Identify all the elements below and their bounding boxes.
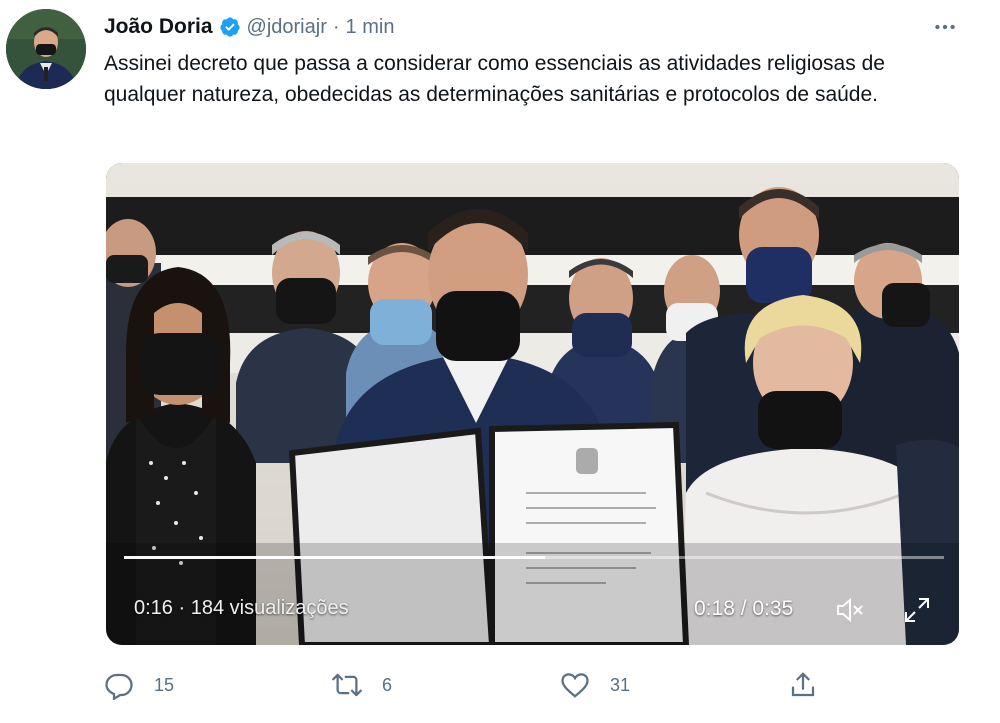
video-player[interactable]: 0:16 · 184 visualizações 0:18 / 0:35	[106, 163, 959, 645]
like-count: 31	[610, 674, 631, 695]
tweet-card[interactable]: João Doria @jdoriajr · 1 min Assinei dec…	[0, 0, 1000, 723]
video-progress-bar[interactable]	[124, 556, 944, 559]
video-time-label: 0:18 / 0:35	[694, 597, 794, 620]
tweet-header: João Doria @jdoriajr · 1 min	[104, 12, 394, 42]
like-action[interactable]: 31	[560, 668, 630, 702]
more-dots-icon[interactable]	[930, 14, 960, 40]
tweet-timestamp[interactable]: 1 min	[346, 16, 395, 39]
video-frame	[106, 163, 959, 645]
fullscreen-icon[interactable]	[900, 595, 934, 625]
verified-badge-icon	[219, 16, 241, 38]
reply-count: 15	[154, 674, 175, 695]
author-handle[interactable]: @jdoriajr	[247, 16, 327, 39]
avatar[interactable]	[6, 9, 86, 89]
tweet-text: Assinei decreto que passa a considerar c…	[104, 52, 885, 106]
share-icon	[791, 672, 815, 697]
retweet-count: 6	[382, 674, 393, 695]
avatar-image	[6, 9, 86, 89]
separator-dot: ·	[332, 15, 340, 38]
like-icon	[561, 673, 589, 698]
author-name[interactable]: João Doria	[104, 15, 213, 39]
video-views-label: 0:16 · 184 visualizações	[134, 597, 349, 619]
share-action[interactable]	[788, 668, 818, 702]
tweet-actions: 15 6 31	[104, 668, 824, 702]
retweet-action[interactable]: 6	[332, 668, 392, 702]
reply-icon	[105, 673, 133, 700]
video-progress-fill	[124, 556, 546, 559]
volume-muted-icon[interactable]	[832, 595, 866, 625]
reply-action[interactable]: 15	[104, 668, 174, 702]
retweet-icon	[332, 673, 362, 697]
